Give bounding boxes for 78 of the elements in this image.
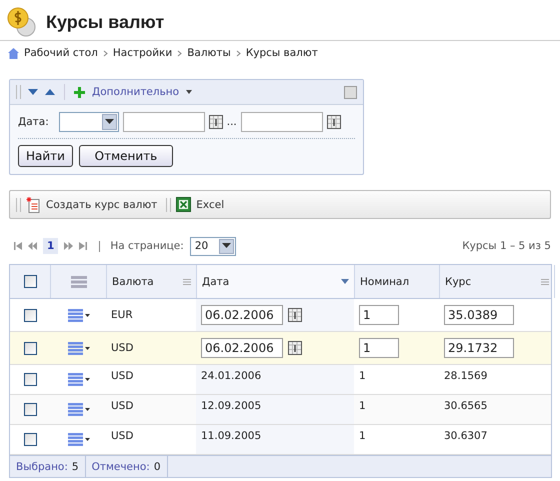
calendar-icon[interactable] — [326, 115, 341, 129]
table-cell: USD — [111, 341, 134, 355]
row-checkbox[interactable] — [24, 342, 36, 354]
sort-descending-icon[interactable] — [341, 279, 349, 284]
row-checkbox[interactable] — [24, 308, 36, 322]
column-header[interactable]: Дата — [197, 265, 355, 298]
nominal-field[interactable]: 1 — [359, 338, 399, 358]
create-rate-button[interactable]: Создать курс валют — [46, 198, 158, 210]
page-number[interactable]: 1 — [43, 238, 58, 254]
per-page-dropdown[interactable]: 20 — [190, 236, 236, 256]
row-menu-icon[interactable] — [68, 433, 90, 446]
spreadsheet-icon[interactable] — [176, 197, 192, 212]
date-to-field[interactable] — [240, 112, 323, 132]
status-label: Отмечено: — [92, 460, 150, 472]
select-all-checkbox[interactable] — [24, 275, 36, 288]
date-from-field[interactable] — [122, 112, 205, 132]
row-menu-icon[interactable] — [68, 403, 90, 416]
table-cell: 24.01.2006 — [201, 369, 262, 383]
coins-icon — [6, 6, 38, 38]
column-header[interactable]: Курс — [440, 265, 555, 298]
range-separator: ... — [226, 116, 237, 128]
cancel-button[interactable]: Отменить — [78, 145, 173, 167]
table-cell: 1 — [359, 399, 366, 413]
table-cell: USD — [111, 429, 134, 443]
records-summary: Курсы 1 – 5 из 5 — [462, 240, 551, 252]
more-options-link[interactable]: Дополнительно — [92, 86, 180, 98]
table-cell: 1 — [359, 429, 366, 443]
breadcrumb-item: Курсы валют — [246, 47, 318, 59]
row-checkbox[interactable] — [24, 433, 36, 446]
status-count: 5 — [72, 460, 79, 472]
breadcrumb-item[interactable]: Настройки — [112, 47, 172, 59]
table-cell: 30.6307 — [444, 429, 488, 443]
excel-export-button[interactable]: Excel — [196, 198, 224, 210]
chevron-icon — [102, 50, 108, 56]
table-cell: USD — [111, 369, 134, 383]
table-cell: USD — [111, 399, 134, 413]
previous-page-icon[interactable] — [28, 242, 37, 250]
date-field[interactable]: 06.02.2006 — [201, 338, 283, 358]
chevron-icon — [236, 50, 241, 56]
page-title: Курсы валют — [46, 12, 164, 32]
chevron-icon — [177, 50, 182, 56]
table-cell: 12.09.2005 — [201, 399, 262, 413]
row-menu-icon[interactable] — [68, 373, 90, 386]
nominal-field[interactable]: 1 — [359, 305, 399, 325]
date-field[interactable]: 06.02.2006 — [201, 305, 283, 325]
row-checkbox[interactable] — [24, 373, 36, 386]
first-page-icon[interactable] — [14, 242, 22, 250]
row-menu-icon[interactable] — [68, 308, 90, 322]
list-icon — [70, 276, 86, 288]
rate-field[interactable]: 35.0389 — [444, 305, 514, 325]
collapse-icon[interactable] — [45, 89, 55, 95]
panel-toggle-icon[interactable] — [344, 86, 357, 98]
rate-field[interactable]: 29.1732 — [444, 338, 514, 358]
breadcrumb-item[interactable]: Валюты — [187, 47, 231, 59]
breadcrumb-item[interactable]: Рабочий стол — [24, 47, 98, 59]
row-menu-icon[interactable] — [68, 342, 90, 354]
new-document-icon[interactable] — [26, 196, 41, 212]
per-page-label: На странице: — [110, 240, 184, 252]
row-checkbox[interactable] — [24, 403, 36, 416]
table-cell: 30.6565 — [444, 399, 488, 413]
next-page-icon[interactable] — [64, 242, 74, 250]
expand-icon[interactable] — [28, 89, 38, 95]
table-cell: 1 — [359, 369, 366, 383]
column-header[interactable]: Номинал — [355, 265, 440, 298]
caret-icon[interactable] — [186, 90, 192, 94]
calendar-icon[interactable] — [288, 341, 302, 355]
table-cell: 28.1569 — [444, 369, 488, 383]
home-icon[interactable] — [8, 48, 19, 58]
calendar-icon[interactable] — [288, 308, 302, 322]
plus-icon[interactable] — [74, 86, 85, 98]
table-cell: EUR — [111, 308, 133, 322]
table-cell: 11.09.2005 — [201, 429, 262, 443]
status-label: Выбрано: — [16, 460, 68, 472]
last-page-icon[interactable] — [79, 242, 88, 250]
date-label: Дата: — [18, 116, 49, 128]
status-count: 0 — [154, 460, 161, 472]
calendar-icon[interactable] — [208, 115, 223, 129]
search-button[interactable]: Найти — [18, 145, 73, 167]
